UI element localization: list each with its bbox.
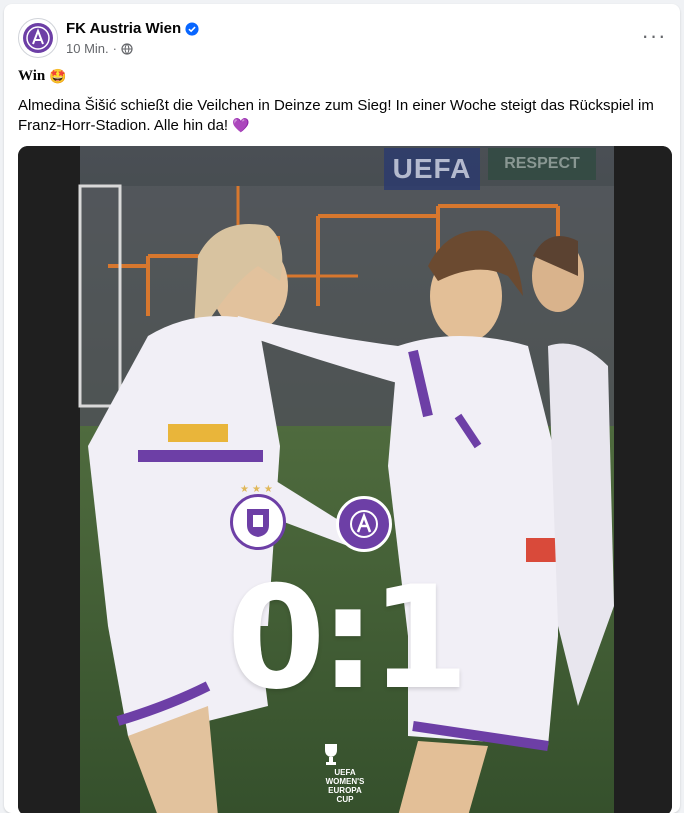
post-title: Win 🤩 xyxy=(18,68,67,85)
post-photo[interactable]: UEFA RESPECT ★★★ 0:1 UEFA WOMEN'S EUROPA… xyxy=(18,146,672,813)
post-body: Almedina Šišić schießt die Veilchen in D… xyxy=(18,96,658,136)
more-options-button[interactable]: ··· xyxy=(636,22,672,58)
home-team-badge xyxy=(230,494,286,550)
uefa-banner: UEFA xyxy=(384,148,480,190)
page-name-link[interactable]: FK Austria Wien xyxy=(66,20,199,37)
verified-badge-icon xyxy=(185,21,199,36)
more-options-icon: ··· xyxy=(641,23,667,48)
match-score: 0:1 xyxy=(226,556,469,721)
home-crest-icon xyxy=(247,509,269,537)
respect-banner: RESPECT xyxy=(488,148,596,180)
post-body-text: Almedina Šišić schießt die Veilchen in D… xyxy=(18,97,654,134)
post-title-text: Win xyxy=(18,68,46,84)
page-avatar[interactable] xyxy=(18,18,58,58)
trophy-icon xyxy=(325,744,337,765)
club-crest-icon xyxy=(23,23,53,53)
star-struck-emoji: 🤩 xyxy=(49,68,67,85)
post-card: FK Austria Wien 10 Min. · ··· Win 🤩 Alme… xyxy=(4,4,680,813)
purple-heart-emoji: 💜 xyxy=(232,118,250,134)
globe-icon[interactable] xyxy=(121,42,133,55)
away-team-badge xyxy=(336,496,392,552)
meta-separator: · xyxy=(112,41,117,56)
competition-logo: UEFA WOMEN'S EUROPA CUP xyxy=(320,742,370,804)
competition-logo-text: UEFA WOMEN'S EUROPA CUP xyxy=(325,768,365,804)
post-timestamp[interactable]: 10 Min. xyxy=(66,41,109,56)
page-name[interactable]: FK Austria Wien xyxy=(66,20,181,37)
post-meta: 10 Min. · xyxy=(66,41,133,56)
away-crest-icon xyxy=(350,510,378,538)
